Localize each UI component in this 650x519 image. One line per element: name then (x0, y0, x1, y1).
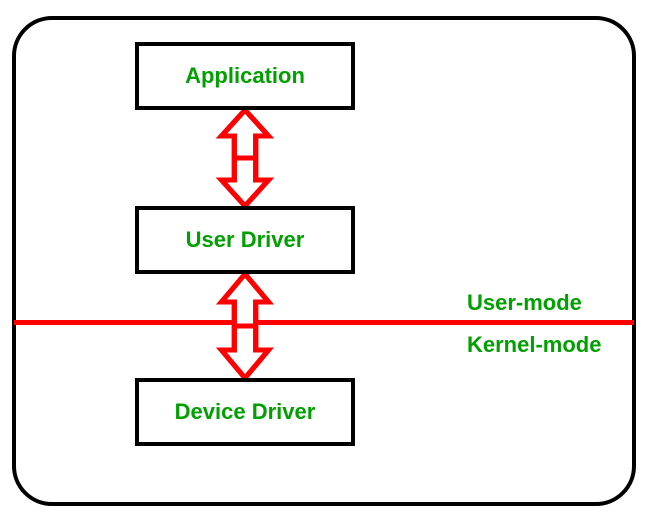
node-application: Application (135, 42, 355, 110)
user-mode-label: User-mode (467, 290, 582, 316)
node-user-driver-label: User Driver (186, 228, 305, 252)
node-device-driver-label: Device Driver (175, 400, 316, 424)
node-device-driver: Device Driver (135, 378, 355, 446)
node-application-label: Application (185, 64, 305, 88)
mode-boundary-line (14, 320, 634, 325)
diagram-canvas: Application User Driver User-mode Kernel… (0, 0, 650, 519)
bidirectional-arrow-icon (215, 274, 275, 378)
node-user-driver: User Driver (135, 206, 355, 274)
kernel-mode-label: Kernel-mode (467, 332, 601, 358)
bidirectional-arrow-icon (215, 110, 275, 206)
